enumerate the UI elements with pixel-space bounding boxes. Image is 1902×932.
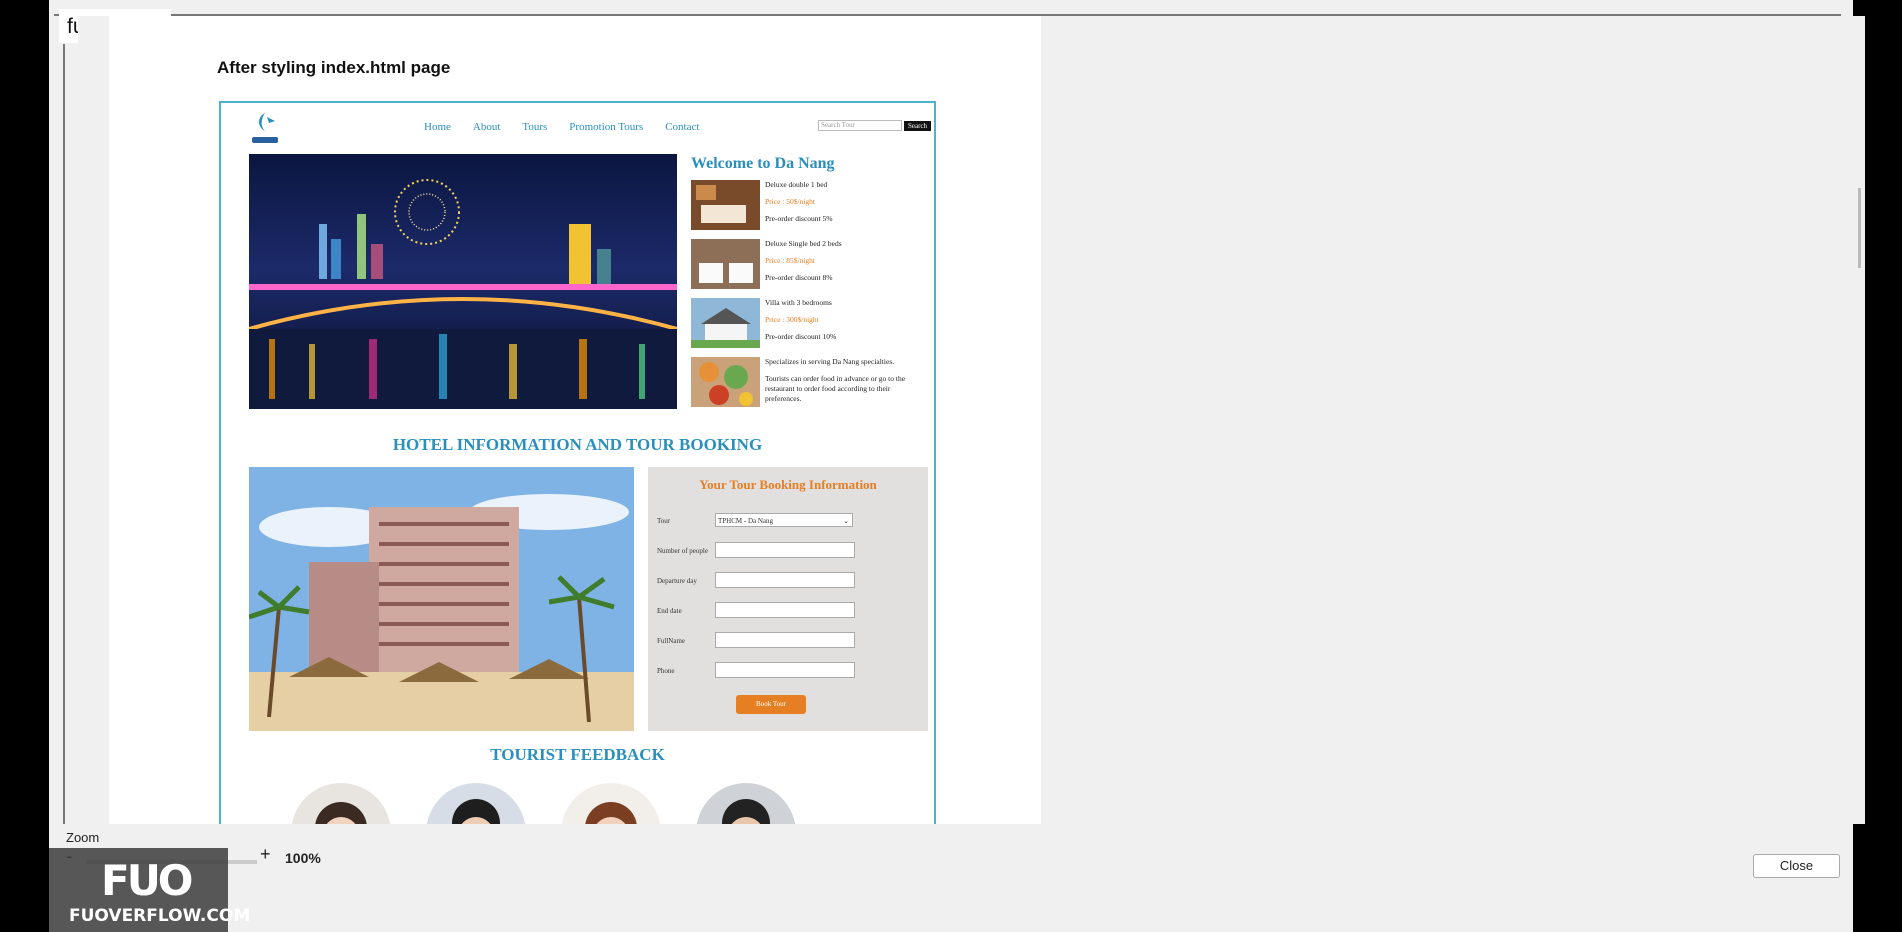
room-name: Villa with 3 bedrooms [765,298,832,307]
close-button[interactable]: Close [1753,854,1840,878]
feedback-section-title: TOURIST FEEDBACK [490,745,665,764]
resort-image [249,467,634,731]
end-date-input[interactable] [715,602,855,618]
food-description: Tourists can order food in advance or go… [765,374,906,403]
site-menu: Home About Tours Promotion Tours Contact [424,121,699,133]
watermark-logo: FUO [101,856,193,905]
avatar [426,783,526,824]
zoom-label: Zoom [66,830,100,845]
room-name: Deluxe double 1 bed [765,180,828,189]
booking-title: Your Tour Booking Information [699,477,877,492]
room-thumbnail [691,180,760,230]
website-screenshot: Home About Tours Promotion Tours Contact… [219,101,936,824]
food-card: Specializes in serving Da Nang specialti… [691,357,931,411]
hero-image [249,154,677,409]
book-tour-button[interactable]: Book Tour [736,695,806,714]
form-row-tour: Tour TPHCM - Da Nang ⌄ [657,512,927,530]
room-card: Deluxe double 1 bed Price : 50$/night Pr… [691,180,931,234]
image-viewer[interactable]: After styling index.html page Home About… [78,16,1865,824]
room-card: Villa with 3 bedrooms Price : 300$/night… [691,298,931,352]
room-discount: Pre-order discount 10% [765,332,837,341]
document-page: After styling index.html page Home About… [109,16,1041,824]
menu-tours[interactable]: Tours [522,121,547,133]
welcome-heading: Welcome to Da Nang [691,155,835,172]
form-row-departure: Departure day [657,572,927,590]
departure-input[interactable] [715,572,855,588]
feedback-avatars [281,783,881,824]
tour-select[interactable]: TPHCM - Da Nang ⌄ [715,513,853,527]
viewer-border [63,44,65,824]
room-name: Deluxe Single bed 2 beds [765,239,842,248]
zoom-in-button[interactable]: + [260,844,271,865]
site-search-button[interactable]: Search [904,120,932,131]
room-discount: Pre-order discount 8% [765,273,833,282]
menu-home[interactable]: Home [424,121,451,133]
avatar [696,783,796,824]
booking-form: Your Tour Booking Information Tour TPHCM… [648,467,928,731]
room-price: Price : 85$/night [765,256,815,265]
avatar [291,783,391,824]
hotel-section-title: HOTEL INFORMATION AND TOUR BOOKING [392,435,763,454]
form-row-fullname: FullName [657,632,927,650]
room-price: Price : 50$/night [765,197,815,206]
form-row-phone: Phone [657,662,927,680]
site-search-input[interactable]: Search Tour [818,120,902,131]
people-label: Number of people [657,547,708,555]
chevron-down-icon: ⌄ [843,517,849,525]
phone-input[interactable] [715,662,855,678]
avatar [561,783,661,824]
zoom-bar: Zoom - + 100% FUO FUOVERFLOW.COM Close [49,824,1853,932]
viewer-window: fuoverflow After styling index.html page… [49,0,1865,932]
fullname-input[interactable] [715,632,855,648]
site-navbar: Home About Tours Promotion Tours Contact… [221,103,934,151]
document-title: After styling index.html page [217,58,451,77]
vertical-scrollbar[interactable] [1858,188,1861,268]
food-intro: Specializes in serving Da Nang specialti… [765,357,895,366]
room-thumbnail [691,239,760,289]
menu-contact[interactable]: Contact [665,121,699,133]
phone-label: Phone [657,667,675,675]
room-card: Deluxe Single bed 2 beds Price : 85$/nig… [691,239,931,293]
watermark-text: FUOVERFLOW.COM [69,906,251,926]
departure-label: Departure day [657,577,697,585]
people-input[interactable] [715,542,855,558]
zoom-value: 100% [285,850,321,866]
end-date-label: End date [657,607,682,615]
site-search: Search Tour Search [818,120,932,131]
fullname-label: FullName [657,637,685,645]
form-row-end-date: End date [657,602,927,620]
room-discount: Pre-order discount 5% [765,214,833,223]
tour-label: Tour [657,517,671,525]
food-thumbnail [691,357,760,407]
room-thumbnail [691,298,760,348]
form-row-people: Number of people [657,542,927,560]
menu-about[interactable]: About [473,121,501,133]
room-price: Price : 300$/night [765,315,819,324]
watermark: FUO FUOVERFLOW.COM [49,848,250,932]
site-logo-icon [252,113,278,143]
menu-promotion-tours[interactable]: Promotion Tours [569,121,643,133]
